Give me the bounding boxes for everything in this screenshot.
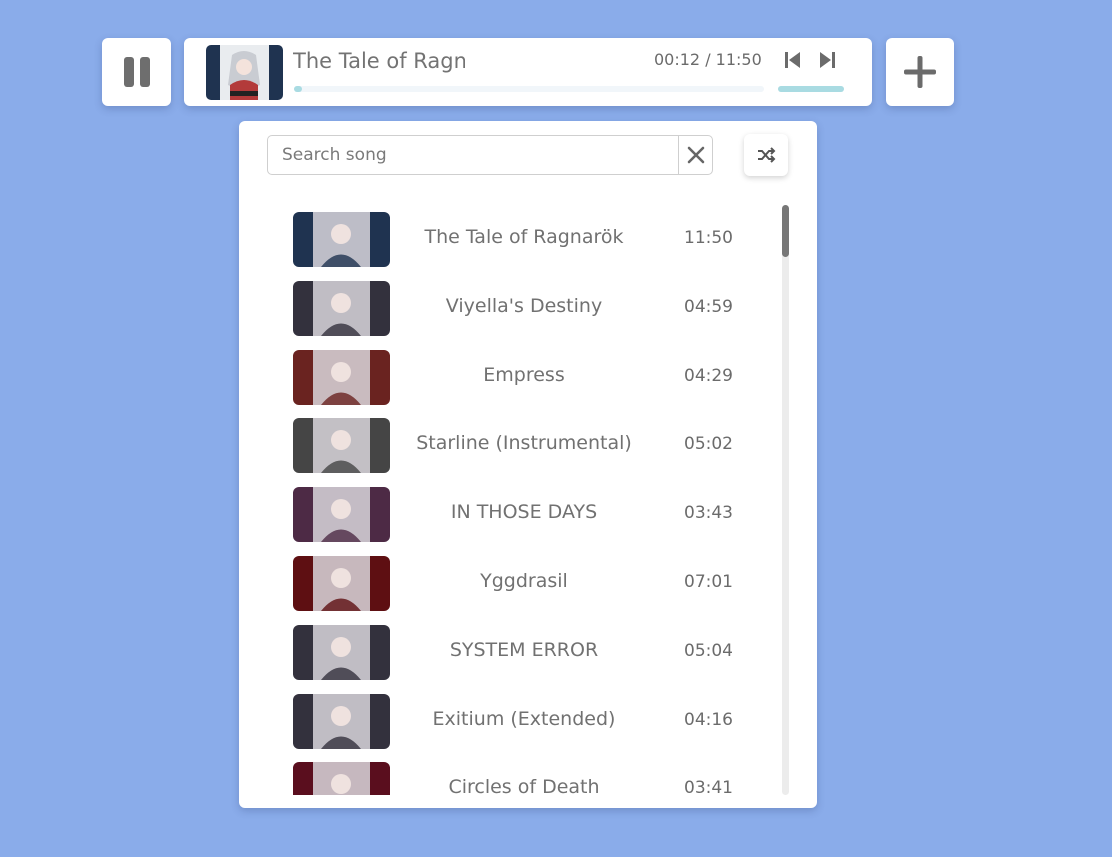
song-row[interactable]: Viyella's Destiny 04:59 <box>239 274 799 343</box>
song-duration: 04:16 <box>684 709 733 730</box>
song-row[interactable]: Empress 04:29 <box>239 343 799 412</box>
now-playing-cover <box>206 45 283 100</box>
song-title: Empress <box>483 363 565 386</box>
song-title: Circles of Death <box>448 776 600 795</box>
song-thumbnail <box>293 693 390 749</box>
song-duration: 04:29 <box>684 365 733 386</box>
song-duration: 05:04 <box>684 640 733 661</box>
close-icon <box>687 146 705 164</box>
song-duration: 03:41 <box>684 778 733 795</box>
song-thumbnail <box>293 349 390 405</box>
song-duration: 03:43 <box>684 503 733 524</box>
search-input[interactable] <box>268 136 677 174</box>
song-row[interactable]: Starline (Instrumental) 05:02 <box>239 411 799 480</box>
song-title: Starline (Instrumental) <box>416 432 632 455</box>
playlist-panel: The Tale of Ragnarök 11:50 Viyella's Desti… <box>239 121 817 808</box>
skip-previous-icon <box>785 52 800 68</box>
song-row[interactable]: SYSTEM ERROR 05:04 <box>239 618 799 687</box>
scrollbar[interactable] <box>782 205 789 795</box>
pause-button[interactable] <box>102 38 171 106</box>
song-duration: 07:01 <box>684 572 733 592</box>
skip-next-icon <box>820 52 835 68</box>
song-thumbnail <box>293 487 390 543</box>
progress-fill <box>294 86 302 92</box>
skip-next-button[interactable] <box>816 49 838 71</box>
song-thumbnail <box>293 418 390 474</box>
song-title: Viyella's Destiny <box>445 294 603 317</box>
skip-previous-button[interactable] <box>782 49 804 71</box>
song-row[interactable]: The Tale of Ragnarök 11:50 <box>239 205 799 274</box>
song-thumbnail <box>293 280 390 336</box>
song-row[interactable]: Exitium (Extended) 04:16 <box>239 687 799 756</box>
clear-search-button[interactable] <box>678 136 713 174</box>
song-title: Yggdrasil <box>480 570 568 592</box>
volume-fill <box>778 86 844 92</box>
song-duration: 04:59 <box>684 296 733 317</box>
song-list[interactable]: The Tale of Ragnarök 11:50 Viyella's Desti… <box>239 205 817 795</box>
song-row[interactable]: Yggdrasil 07:01 <box>239 549 799 618</box>
song-thumbnail <box>293 624 390 680</box>
pause-icon-bar <box>140 57 150 87</box>
volume-slider[interactable] <box>778 86 844 92</box>
plus-icon <box>904 56 936 88</box>
song-thumbnail <box>293 556 390 611</box>
song-thumbnail <box>293 762 390 795</box>
song-row[interactable]: IN THOSE DAYS 03:43 <box>239 480 799 549</box>
time-display: 00:12 / 11:50 <box>654 50 762 69</box>
pause-icon <box>124 57 134 87</box>
song-title: The Tale of Ragnarök <box>424 226 624 248</box>
shuffle-button[interactable] <box>744 134 788 176</box>
song-title: SYSTEM ERROR <box>449 638 599 661</box>
now-playing-bar: The Tale of Ragnarök 00:12 / 11:50 <box>184 38 872 106</box>
song-title: Exitium (Extended) <box>432 707 616 730</box>
shuffle-icon <box>758 147 776 163</box>
song-title: IN THOSE DAYS <box>450 501 598 524</box>
add-button[interactable] <box>886 38 954 106</box>
song-row[interactable]: Circles of Death 03:41 <box>239 755 799 795</box>
progress-bar[interactable] <box>294 86 764 92</box>
song-duration: 11:50 <box>684 228 733 248</box>
song-thumbnail <box>293 212 390 267</box>
search-box <box>267 135 713 175</box>
song-duration: 05:02 <box>684 434 733 455</box>
scrollbar-thumb[interactable] <box>782 205 789 257</box>
now-playing-title: The Tale of Ragnarök <box>293 49 465 73</box>
